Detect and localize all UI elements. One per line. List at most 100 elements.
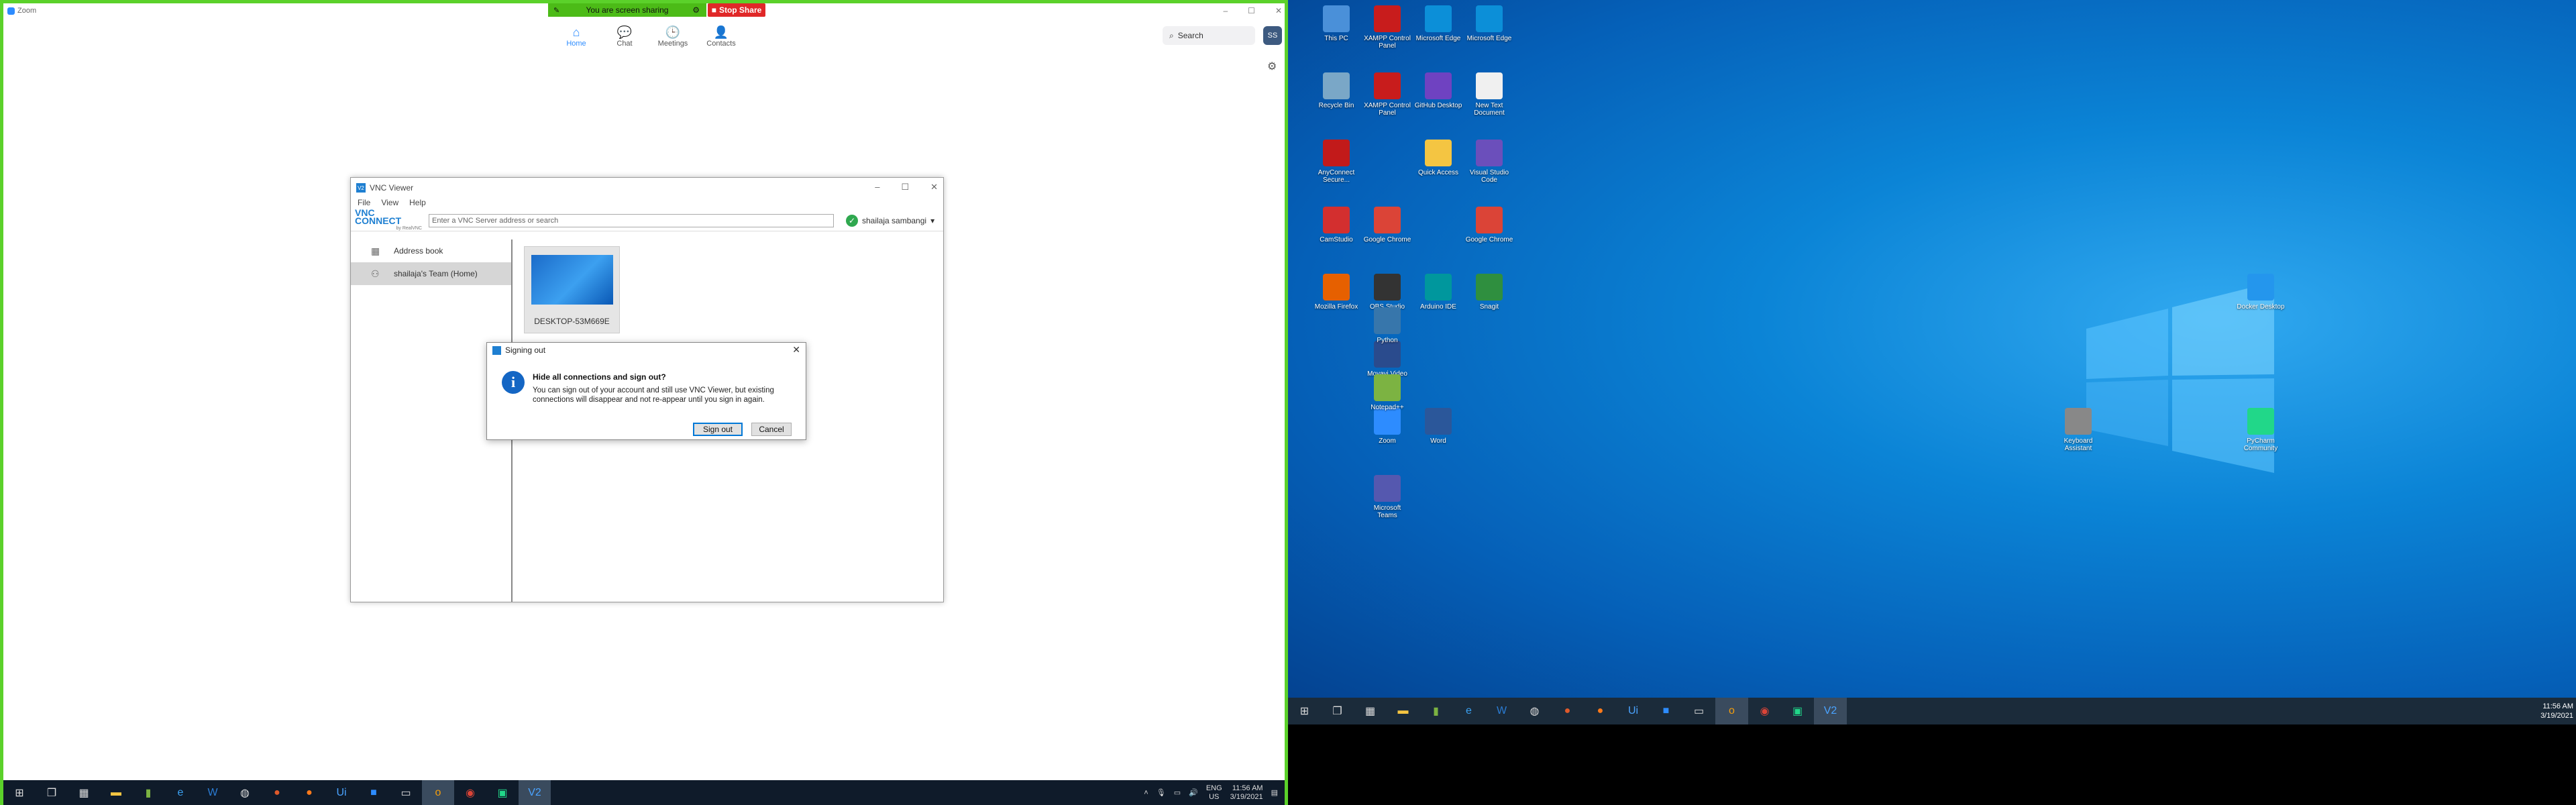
desktop-icon[interactable]: This PC [1312,5,1360,42]
volume-icon[interactable]: 🔊 [1189,788,1198,797]
word-icon[interactable]: W [197,780,229,805]
lang-region: US [1209,792,1220,801]
pin-icon[interactable]: ✎ [553,6,559,15]
desktop-icon[interactable]: Recycle Bin [1312,72,1360,109]
minimize-icon[interactable]: – [1223,6,1228,15]
desktop-icon[interactable]: AnyConnect Secure... [1312,140,1360,184]
pycharm-icon[interactable]: ▣ [486,780,519,805]
tab-contacts[interactable]: 👤 Contacts [705,25,737,48]
desktop-icon[interactable]: PyCharm Community [2237,408,2285,452]
notepad-plus-icon[interactable]: ▮ [132,780,164,805]
word-icon[interactable]: W [1485,698,1518,724]
notepad-plus-icon[interactable]: ▮ [1419,698,1452,724]
edge-icon[interactable]: e [164,780,197,805]
minimize-icon[interactable]: – [875,182,879,193]
clock[interactable]: 11:56 AM 3/19/2021 [2540,702,2573,720]
desktop-icon[interactable]: New Text Document [1465,72,1513,117]
outlook-icon[interactable]: o [422,780,454,805]
desktop-icon[interactable]: Quick Access [1414,140,1462,176]
globe-icon[interactable]: ◍ [1518,698,1551,724]
desktop-icon[interactable]: Zoom [1363,408,1411,445]
chrome-icon[interactable]: ◉ [454,780,486,805]
desktop-icon[interactable]: Arduino IDE [1414,274,1462,311]
uipath-icon[interactable]: Ui [1617,698,1650,724]
firefox-icon[interactable]: ● [1584,698,1617,724]
desktop-icon[interactable]: Keyboard Assistant [2054,408,2102,452]
desktop-icon[interactable]: Visual Studio Code [1465,140,1513,184]
vnc-titlebar: V2 VNC Viewer [351,178,943,198]
desktop-icon[interactable]: XAMPP Control Panel [1363,5,1411,50]
task-view-icon[interactable]: ❐ [36,780,68,805]
uipath-icon[interactable]: Ui [325,780,358,805]
desktop-icon[interactable]: Microsoft Teams [1363,475,1411,519]
search-input[interactable]: ⌕ Search [1163,26,1255,45]
sidebar-item-address-book[interactable]: ▦ Address book [351,239,511,262]
desktop-icon[interactable]: Google Chrome [1465,207,1513,244]
settings-gear-icon[interactable]: ⚙ [1267,60,1277,73]
windows-start-icon[interactable]: ⊞ [1288,698,1321,724]
vnc-address-input[interactable]: Enter a VNC Server address or search [429,213,834,227]
team-icon: ⚇ [371,268,380,279]
windows-start-icon[interactable]: ⊞ [3,780,36,805]
scanner-icon[interactable]: ▭ [390,780,422,805]
desktop-icon[interactable]: GitHub Desktop [1414,72,1462,109]
app-icon [1476,207,1503,233]
gear-icon[interactable]: ⚙ [692,5,700,15]
desktop-icon[interactable]: Microsoft Edge [1465,5,1513,42]
network-icon[interactable]: ▭ [1174,788,1181,797]
outlook-icon[interactable]: o [1715,698,1748,724]
stop-share-button[interactable]: ■ Stop Share [708,3,765,17]
sidebar-item-team[interactable]: ⚇ shailaja's Team (Home) [351,262,511,285]
file-explorer-icon[interactable]: ▬ [100,780,132,805]
tab-home[interactable]: ⌂ Home [560,25,592,48]
desktop-icon[interactable]: Microsoft Edge [1414,5,1462,42]
globe-icon[interactable]: ◍ [229,780,261,805]
maximize-icon[interactable]: ☐ [1248,6,1255,15]
screen-sharing-bar[interactable]: ✎ You are screen sharing ⚙ [548,3,706,17]
desktop-icon[interactable]: Word [1414,408,1462,445]
tab-chat[interactable]: 💬 Chat [608,25,641,48]
desktop-icon[interactable]: XAMPP Control Panel [1363,72,1411,117]
zoom-icon[interactable]: ■ [1650,698,1682,724]
powerpoint-icon[interactable]: ● [1551,698,1584,724]
cancel-button[interactable]: Cancel [751,423,792,436]
close-icon[interactable]: ✕ [792,344,800,356]
desktop-icon[interactable]: Notepad++ [1363,374,1411,411]
avatar[interactable]: SS [1263,26,1282,45]
chrome-icon[interactable]: ◉ [1748,698,1781,724]
close-icon[interactable]: ✕ [930,182,938,193]
vnc-viewer-icon[interactable]: V2 [1814,698,1847,724]
scanner-icon[interactable]: ▭ [1682,698,1715,724]
desktop-icon[interactable]: Snagit [1465,274,1513,311]
computer-tile[interactable]: DESKTOP-53M669E [524,246,620,333]
desktop-icon[interactable]: Google Chrome [1363,207,1411,244]
edge-icon[interactable]: e [1452,698,1485,724]
desktop-icon[interactable]: Python [1363,307,1411,344]
desktop-icon[interactable]: CamStudio [1312,207,1360,244]
desktop-icon[interactable]: Mozilla Firefox [1312,274,1360,311]
calendar-icon[interactable]: ▦ [68,780,100,805]
maximize-icon[interactable]: ☐ [901,182,909,193]
vnc-viewer-icon[interactable]: V2 [519,780,551,805]
clock[interactable]: 11:56 AM 3/19/2021 [1230,784,1263,802]
desktop-icon-label: AnyConnect Secure... [1318,169,1355,184]
close-icon[interactable]: ✕ [1275,6,1282,15]
tab-meetings[interactable]: 🕒 Meetings [657,25,689,48]
vnc-account-menu[interactable]: ✓ shailaja sambangi ▾ [846,214,934,227]
tab-chat-label: Chat [616,40,633,48]
task-view-icon[interactable]: ❐ [1321,698,1354,724]
notification-icon[interactable]: ▤ [1271,788,1278,797]
chevron-up-icon[interactable]: ˄ [1144,789,1148,797]
file-explorer-icon[interactable]: ▬ [1387,698,1419,724]
zoom-icon[interactable]: ■ [358,780,390,805]
microphone-icon[interactable]: 🎙 [1157,788,1166,797]
language-indicator[interactable]: ENG US [1206,784,1222,802]
desktop-icon[interactable]: OBS Studio [1363,274,1411,311]
firefox-icon[interactable]: ● [293,780,325,805]
sidebar-item-label: Address book [394,246,443,256]
desktop-icon[interactable]: Docker Desktop [2237,274,2285,311]
calendar-icon[interactable]: ▦ [1354,698,1387,724]
powerpoint-icon[interactable]: ● [261,780,293,805]
pycharm-icon[interactable]: ▣ [1781,698,1814,724]
sign-out-button[interactable]: Sign out [693,423,743,436]
